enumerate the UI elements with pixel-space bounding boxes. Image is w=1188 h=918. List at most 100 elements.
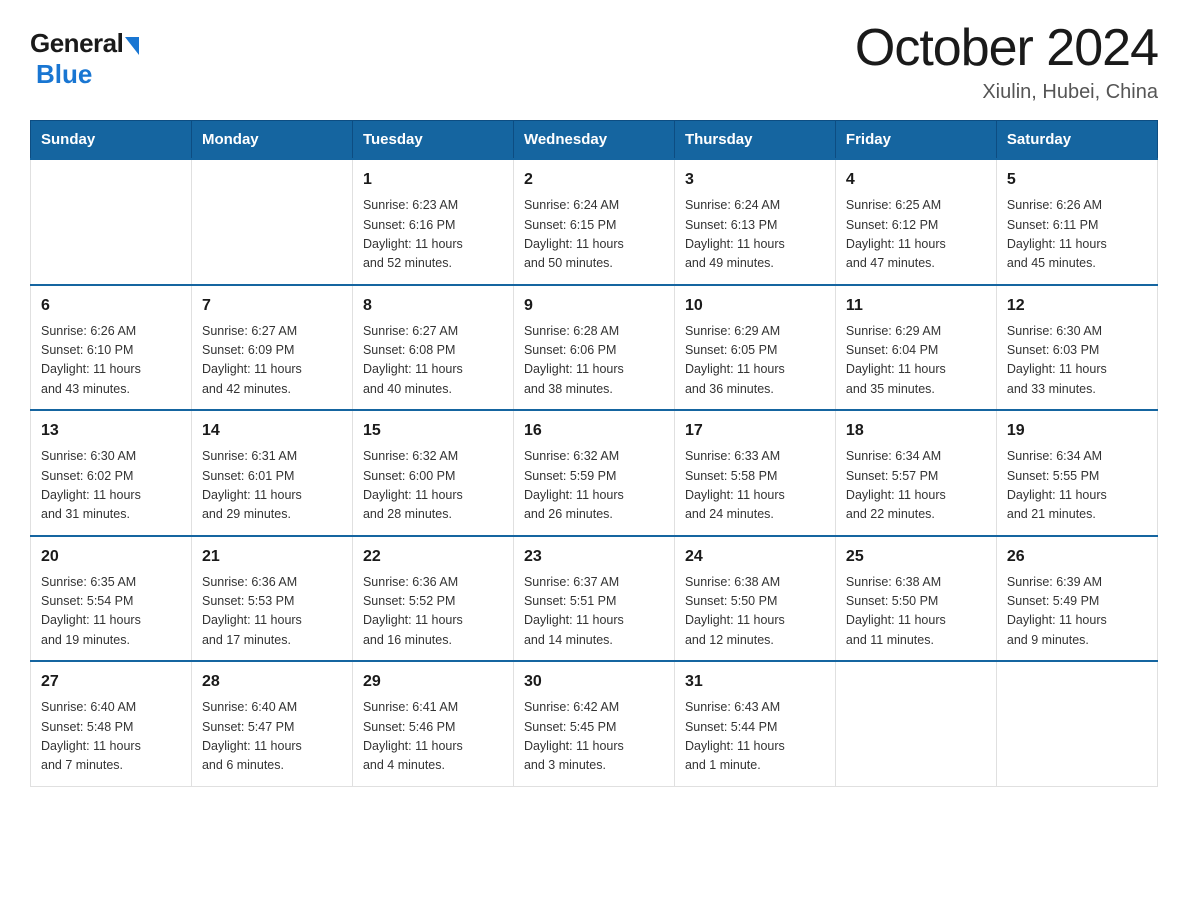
day-number: 15 <box>363 419 503 443</box>
day-number: 28 <box>202 670 342 694</box>
calendar-week-row: 27 Sunrise: 6:40 AMSunset: 5:48 PMDayligh… <box>31 661 1158 786</box>
day-number: 7 <box>202 294 342 318</box>
day-number: 19 <box>1007 419 1147 443</box>
month-title: October 2024 <box>855 20 1158 77</box>
calendar-cell: 7Sunrise: 6:27 AMSunset: 6:09 PMDaylight… <box>191 285 352 411</box>
day-info: Sunrise: 6:35 AMSunset: 5:54 PMDaylight:… <box>41 573 181 651</box>
day-number: 24 <box>685 545 825 569</box>
day-info: Sunrise: 6:32 AMSunset: 6:00 PMDaylight:… <box>363 447 503 525</box>
day-number: 30 <box>524 670 664 694</box>
calendar-cell: 27 Sunrise: 6:40 AMSunset: 5:48 PMDayligh… <box>31 661 192 786</box>
calendar-cell: 20 Sunrise: 6:35 AMSunset: 5:54 PMDayligh… <box>31 536 192 662</box>
calendar-cell: 26 Sunrise: 6:39 AMSunset: 5:49 PMDayligh… <box>996 536 1157 662</box>
day-number: 8 <box>363 294 503 318</box>
day-info: Sunrise: 6:40 AMSunset: 5:47 PMDaylight:… <box>202 698 342 776</box>
day-header-thursday: Thursday <box>674 121 835 160</box>
day-info: Sunrise: 6:40 AMSunset: 5:48 PMDaylight:… <box>41 698 181 776</box>
title-area: October 2024 Xiulin, Hubei, China <box>855 20 1158 104</box>
day-number: 13 <box>41 419 181 443</box>
calendar-cell: 3 Sunrise: 6:24 AMSunset: 6:13 PMDaylight… <box>674 159 835 285</box>
logo-arrow-icon <box>125 37 139 55</box>
day-info: Sunrise: 6:34 AMSunset: 5:57 PMDaylight:… <box>846 447 986 525</box>
day-info: Sunrise: 6:39 AMSunset: 5:49 PMDaylight:… <box>1007 573 1147 651</box>
day-info: Sunrise: 6:25 AMSunset: 6:12 PMDaylight:… <box>846 196 986 274</box>
calendar-cell: 6Sunrise: 6:26 AMSunset: 6:10 PMDaylight… <box>31 285 192 411</box>
day-header-friday: Friday <box>835 121 996 160</box>
calendar-cell: 1 Sunrise: 6:23 AMSunset: 6:16 PMDaylight… <box>352 159 513 285</box>
logo-general-text: General <box>30 28 123 59</box>
logo: General Blue <box>30 28 139 90</box>
day-info: Sunrise: 6:24 AMSunset: 6:15 PMDaylight:… <box>524 196 664 274</box>
calendar-cell <box>996 661 1157 786</box>
day-number: 5 <box>1007 168 1147 192</box>
logo-blue-text: Blue <box>36 59 92 90</box>
day-info: Sunrise: 6:23 AMSunset: 6:16 PMDaylight:… <box>363 196 503 274</box>
day-info: Sunrise: 6:29 AMSunset: 6:05 PMDaylight:… <box>685 322 825 400</box>
day-header-sunday: Sunday <box>31 121 192 160</box>
day-info: Sunrise: 6:32 AMSunset: 5:59 PMDaylight:… <box>524 447 664 525</box>
calendar-cell <box>191 159 352 285</box>
calendar-cell: 5 Sunrise: 6:26 AMSunset: 6:11 PMDaylight… <box>996 159 1157 285</box>
calendar-cell: 19 Sunrise: 6:34 AMSunset: 5:55 PMDayligh… <box>996 410 1157 536</box>
calendar-cell: 13 Sunrise: 6:30 AMSunset: 6:02 PMDayligh… <box>31 410 192 536</box>
day-info: Sunrise: 6:41 AMSunset: 5:46 PMDaylight:… <box>363 698 503 776</box>
day-header-monday: Monday <box>191 121 352 160</box>
day-number: 9 <box>524 294 664 318</box>
calendar-cell: 18 Sunrise: 6:34 AMSunset: 5:57 PMDayligh… <box>835 410 996 536</box>
day-info: Sunrise: 6:38 AMSunset: 5:50 PMDaylight:… <box>846 573 986 651</box>
day-number: 23 <box>524 545 664 569</box>
header: General Blue October 2024 Xiulin, Hubei,… <box>30 20 1158 104</box>
calendar-cell: 14 Sunrise: 6:31 AMSunset: 6:01 PMDayligh… <box>191 410 352 536</box>
day-info: Sunrise: 6:30 AMSunset: 6:03 PMDaylight:… <box>1007 322 1147 400</box>
day-number: 16 <box>524 419 664 443</box>
calendar-cell: 24 Sunrise: 6:38 AMSunset: 5:50 PMDayligh… <box>674 536 835 662</box>
calendar-week-row: 13 Sunrise: 6:30 AMSunset: 6:02 PMDayligh… <box>31 410 1158 536</box>
day-info: Sunrise: 6:33 AMSunset: 5:58 PMDaylight:… <box>685 447 825 525</box>
day-number: 26 <box>1007 545 1147 569</box>
day-info: Sunrise: 6:31 AMSunset: 6:01 PMDaylight:… <box>202 447 342 525</box>
day-info: Sunrise: 6:37 AMSunset: 5:51 PMDaylight:… <box>524 573 664 651</box>
day-number: 11 <box>846 294 986 318</box>
day-info: Sunrise: 6:29 AMSunset: 6:04 PMDaylight:… <box>846 322 986 400</box>
day-info: Sunrise: 6:30 AMSunset: 6:02 PMDaylight:… <box>41 447 181 525</box>
day-number: 18 <box>846 419 986 443</box>
day-header-tuesday: Tuesday <box>352 121 513 160</box>
day-info: Sunrise: 6:24 AMSunset: 6:13 PMDaylight:… <box>685 196 825 274</box>
calendar-cell <box>835 661 996 786</box>
calendar-cell: 22 Sunrise: 6:36 AMSunset: 5:52 PMDayligh… <box>352 536 513 662</box>
day-info: Sunrise: 6:36 AMSunset: 5:53 PMDaylight:… <box>202 573 342 651</box>
day-number: 22 <box>363 545 503 569</box>
calendar-cell: 4 Sunrise: 6:25 AMSunset: 6:12 PMDaylight… <box>835 159 996 285</box>
day-number: 14 <box>202 419 342 443</box>
day-number: 20 <box>41 545 181 569</box>
day-info: Sunrise: 6:34 AMSunset: 5:55 PMDaylight:… <box>1007 447 1147 525</box>
calendar-cell: 12Sunrise: 6:30 AMSunset: 6:03 PMDayligh… <box>996 285 1157 411</box>
calendar-week-row: 20 Sunrise: 6:35 AMSunset: 5:54 PMDayligh… <box>31 536 1158 662</box>
day-number: 3 <box>685 168 825 192</box>
calendar-cell: 31Sunrise: 6:43 AMSunset: 5:44 PMDayligh… <box>674 661 835 786</box>
calendar-cell: 25Sunrise: 6:38 AMSunset: 5:50 PMDayligh… <box>835 536 996 662</box>
calendar-cell: 21 Sunrise: 6:36 AMSunset: 5:53 PMDayligh… <box>191 536 352 662</box>
day-info: Sunrise: 6:43 AMSunset: 5:44 PMDaylight:… <box>685 698 825 776</box>
day-info: Sunrise: 6:28 AMSunset: 6:06 PMDaylight:… <box>524 322 664 400</box>
calendar-cell: 29 Sunrise: 6:41 AMSunset: 5:46 PMDayligh… <box>352 661 513 786</box>
day-header-saturday: Saturday <box>996 121 1157 160</box>
day-info: Sunrise: 6:26 AMSunset: 6:11 PMDaylight:… <box>1007 196 1147 274</box>
day-number: 1 <box>363 168 503 192</box>
day-number: 21 <box>202 545 342 569</box>
location: Xiulin, Hubei, China <box>855 81 1158 104</box>
calendar-cell: 11 Sunrise: 6:29 AMSunset: 6:04 PMDayligh… <box>835 285 996 411</box>
day-number: 4 <box>846 168 986 192</box>
day-info: Sunrise: 6:27 AMSunset: 6:08 PMDaylight:… <box>363 322 503 400</box>
day-number: 10 <box>685 294 825 318</box>
calendar-cell: 23 Sunrise: 6:37 AMSunset: 5:51 PMDayligh… <box>513 536 674 662</box>
day-header-wednesday: Wednesday <box>513 121 674 160</box>
day-info: Sunrise: 6:38 AMSunset: 5:50 PMDaylight:… <box>685 573 825 651</box>
day-number: 29 <box>363 670 503 694</box>
day-info: Sunrise: 6:36 AMSunset: 5:52 PMDaylight:… <box>363 573 503 651</box>
calendar-cell <box>31 159 192 285</box>
calendar-header-row: SundayMondayTuesdayWednesdayThursdayFrid… <box>31 121 1158 160</box>
calendar-cell: 16 Sunrise: 6:32 AMSunset: 5:59 PMDayligh… <box>513 410 674 536</box>
day-number: 27 <box>41 670 181 694</box>
calendar-cell: 28 Sunrise: 6:40 AMSunset: 5:47 PMDayligh… <box>191 661 352 786</box>
